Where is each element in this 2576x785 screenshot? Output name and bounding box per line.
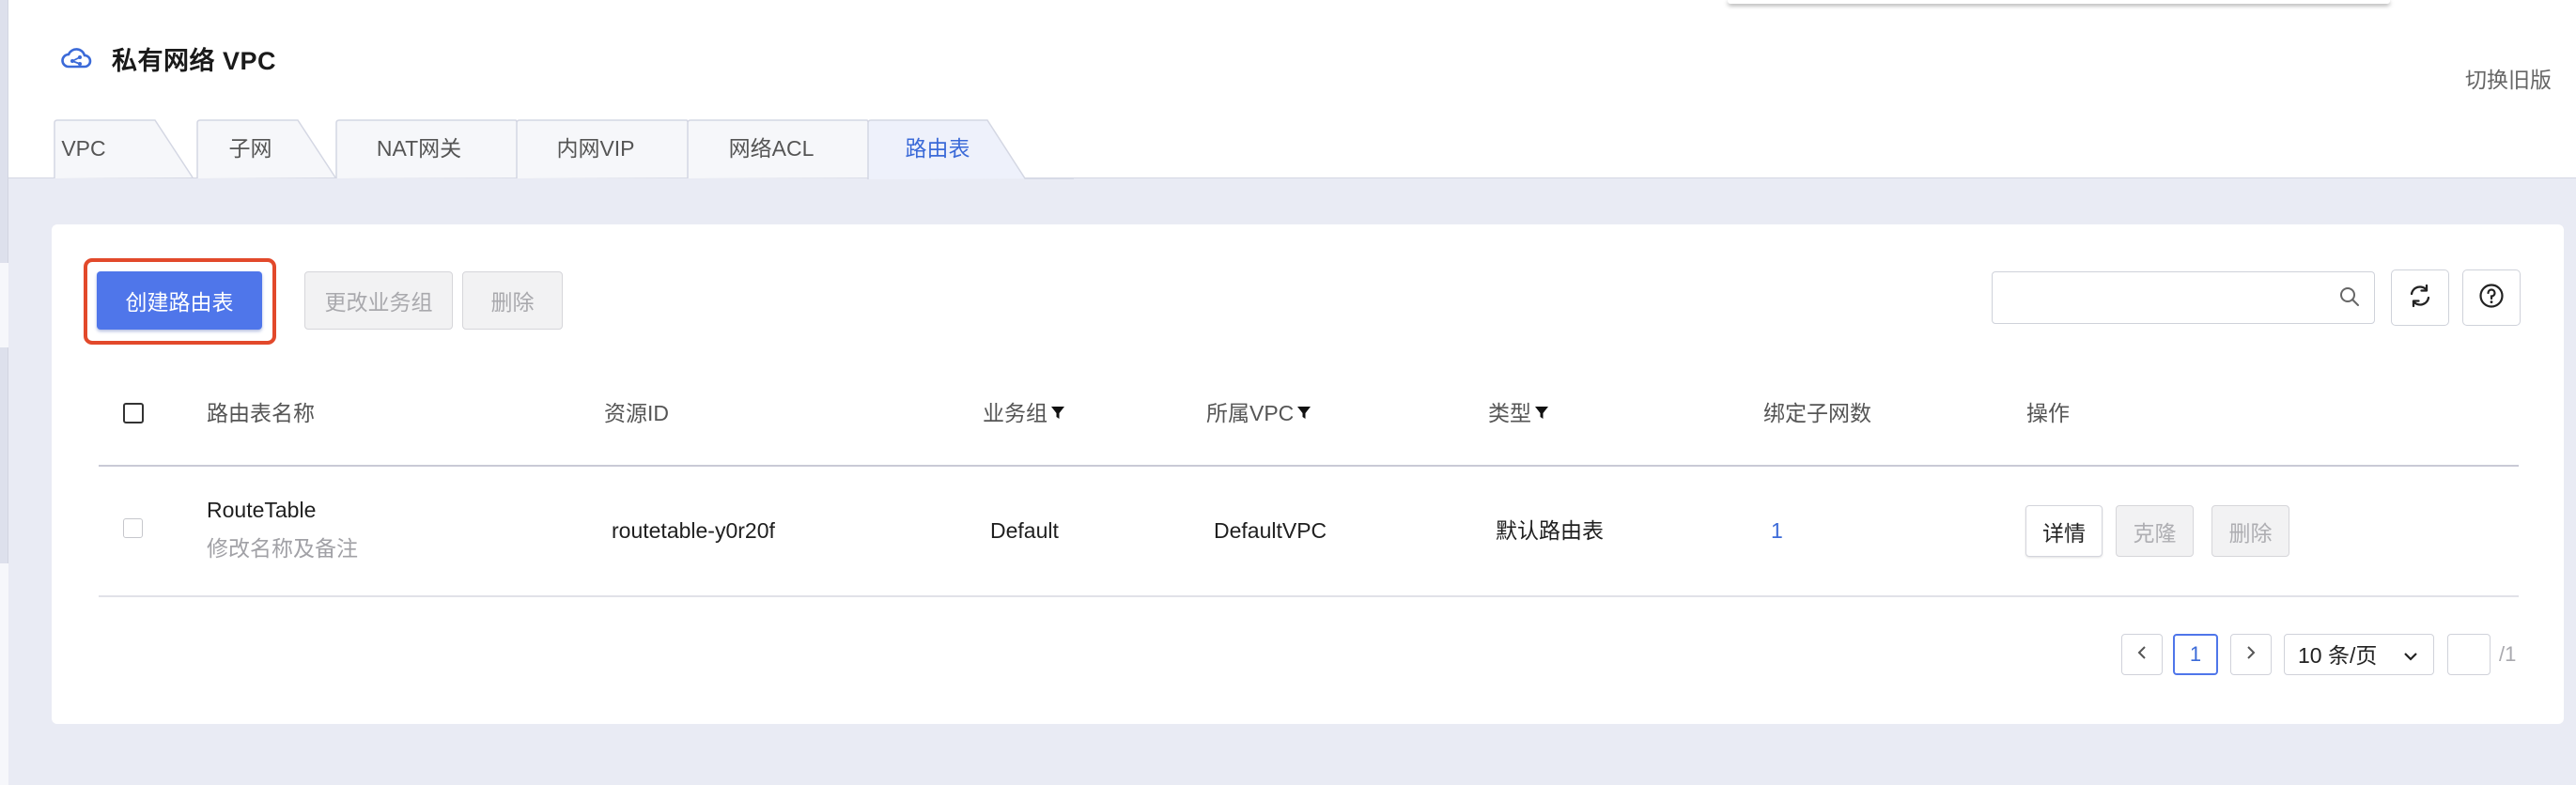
row-checkbox[interactable]	[123, 518, 143, 538]
route-table-card: 创建路由表 更改业务组 删除 路由表名称 资源ID 业务组 所属VPC 类型 绑…	[52, 224, 2564, 724]
page-total: /1	[2499, 642, 2517, 666]
left-strip-segment	[0, 563, 8, 785]
page-title: 私有网络 VPC	[112, 46, 277, 75]
left-edge-strip	[0, 0, 8, 785]
column-header-resource-id: 资源ID	[604, 401, 669, 425]
chevron-down-icon	[2401, 646, 2420, 671]
page-number-current[interactable]: 1	[2173, 634, 2218, 675]
tab-route-table[interactable]: 路由表	[867, 119, 1074, 179]
route-table-type: 默认路由表	[1496, 518, 1604, 543]
row-delete-button[interactable]: 删除	[2211, 505, 2289, 557]
subnet-count-link[interactable]: 1	[1771, 516, 1783, 545]
resource-id: routetable-y0r20f	[612, 518, 775, 543]
search-icon[interactable]	[2338, 285, 2361, 313]
edit-name-remark-link[interactable]: 修改名称及备注	[207, 534, 358, 562]
clone-button[interactable]: 克隆	[2116, 505, 2194, 557]
filter-icon[interactable]	[1296, 399, 1311, 427]
details-button[interactable]: 详情	[2025, 505, 2103, 557]
delete-button[interactable]: 删除	[462, 271, 563, 330]
page-size-select[interactable]: 10 条/页	[2284, 634, 2434, 675]
cloud-network-icon	[57, 39, 95, 77]
search-input[interactable]	[2002, 278, 2321, 317]
refresh-button[interactable]	[2391, 269, 2449, 326]
route-table-name: RouteTable	[207, 498, 317, 522]
column-header-type: 类型	[1488, 399, 1549, 427]
column-header-vpc: 所属VPC	[1206, 399, 1311, 427]
prev-page-button[interactable]	[2121, 634, 2163, 675]
chevron-left-icon	[2134, 644, 2149, 666]
help-icon	[2478, 283, 2505, 314]
create-route-table-button[interactable]: 创建路由表	[97, 271, 262, 330]
page-jump-input[interactable]	[2447, 634, 2491, 675]
column-header-name: 路由表名称	[207, 401, 315, 425]
page-header: 私有网络 VPC 切换旧版 VPC 子网 NAT网关 内网VIP 网络ACL 路…	[8, 0, 2576, 179]
table-header-divider	[99, 465, 2519, 467]
vpc-name: DefaultVPC	[1214, 518, 1327, 543]
filter-icon[interactable]	[1534, 399, 1549, 427]
select-all-checkbox[interactable]	[123, 403, 144, 423]
refresh-icon	[2407, 283, 2433, 314]
column-header-group: 业务组	[983, 399, 1065, 427]
overlay-panel-edge	[1728, 0, 2390, 4]
change-group-button[interactable]: 更改业务组	[304, 271, 453, 330]
switch-old-version-link[interactable]: 切换旧版	[2465, 62, 2552, 94]
tab-vpc[interactable]: VPC	[54, 119, 194, 178]
column-header-subnet-count: 绑定子网数	[1763, 401, 1871, 425]
column-header-actions: 操作	[2026, 401, 2070, 425]
search-box	[1992, 271, 2375, 324]
filter-icon[interactable]	[1050, 399, 1065, 427]
left-strip-segment	[0, 263, 8, 347]
business-group: Default	[990, 518, 1059, 543]
table-row-divider	[99, 595, 2519, 597]
chevron-right-icon	[2243, 644, 2258, 666]
title-block: 私有网络 VPC	[57, 39, 276, 77]
page-size-value: 10 条/页	[2298, 643, 2378, 668]
help-button[interactable]	[2462, 269, 2521, 326]
next-page-button[interactable]	[2230, 634, 2272, 675]
